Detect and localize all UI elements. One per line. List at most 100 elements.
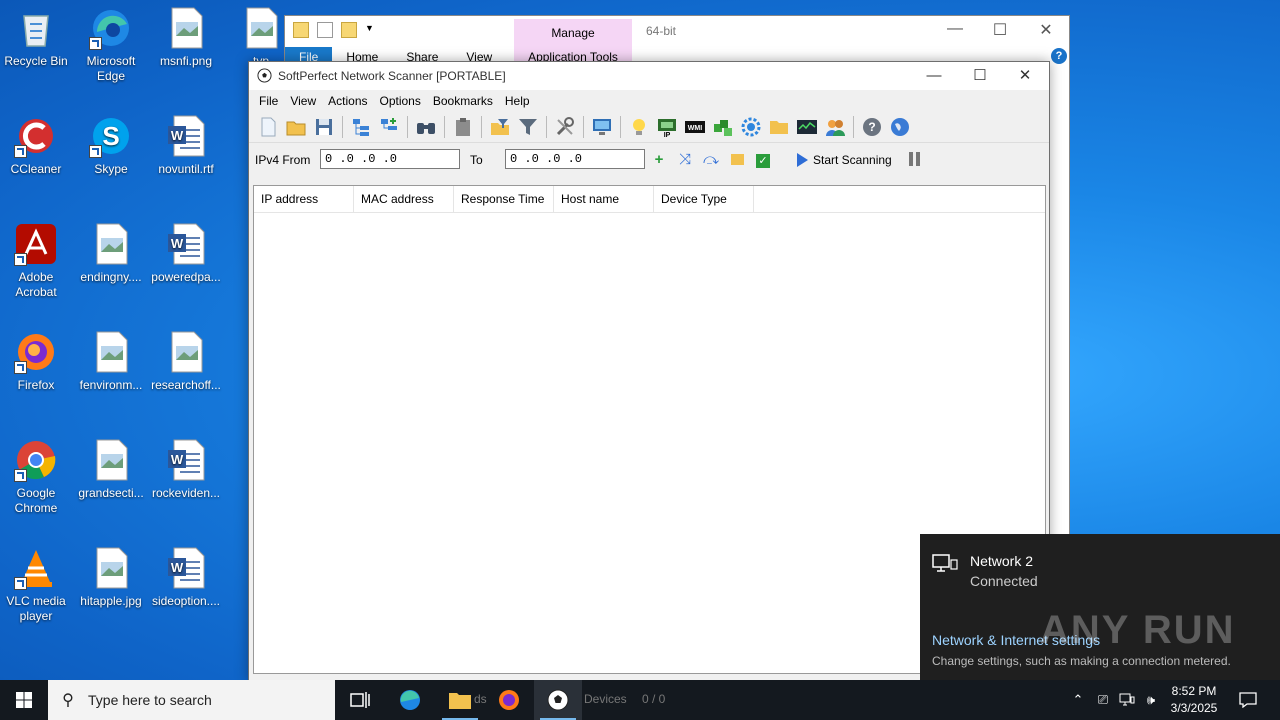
action-center-icon[interactable] — [1236, 680, 1260, 720]
open-folder-icon[interactable] — [283, 114, 309, 140]
pause-icon[interactable] — [909, 152, 921, 166]
desktop-icon-label: poweredpa... — [151, 270, 221, 284]
menu-help[interactable]: Help — [499, 90, 536, 112]
folder-icon[interactable] — [728, 151, 746, 169]
desktop-icon-fenvironm[interactable]: fenvironm... — [75, 324, 147, 393]
image-file-icon — [239, 6, 283, 50]
anyrun-watermark: ANY RUN — [1040, 608, 1236, 652]
clock[interactable]: 8:52 PM 3/3/2025 — [1158, 683, 1230, 717]
collapse-all-icon[interactable] — [376, 114, 402, 140]
desktop-icon-hitapple[interactable]: hitapple.jpg — [75, 540, 147, 609]
column-mac-address[interactable]: MAC address — [354, 186, 454, 212]
expand-all-icon[interactable] — [348, 114, 374, 140]
maximize-button[interactable]: ☐ — [977, 20, 1023, 40]
menu-view[interactable]: View — [284, 90, 322, 112]
desktop-icon-rockeviden[interactable]: W rockeviden... — [150, 432, 222, 501]
taskbar-firefox[interactable] — [485, 680, 533, 720]
ip-card-icon[interactable]: IP — [654, 114, 680, 140]
edge-icon — [400, 690, 420, 710]
desktop-icon-recycle-bin[interactable]: Recycle Bin — [0, 0, 72, 69]
play-icon — [797, 153, 808, 167]
start-scanning-button[interactable]: Start Scanning — [797, 147, 892, 173]
help-icon[interactable]: ? — [1051, 48, 1067, 64]
gear-icon[interactable] — [738, 114, 764, 140]
desktop-icon-vlc[interactable]: VLC media player — [0, 540, 72, 624]
desktop-icon-adobe-acrobat[interactable]: Adobe Acrobat — [0, 216, 72, 300]
menu-options[interactable]: Options — [374, 90, 427, 112]
column-device-type[interactable]: Device Type — [654, 186, 754, 212]
ipv4-from-input[interactable] — [320, 149, 460, 169]
checkmark-icon[interactable]: ✓ — [754, 151, 772, 169]
taskbar-network-scanner[interactable] — [534, 680, 582, 720]
ipv4-to-input[interactable] — [505, 149, 645, 169]
web-globe-icon[interactable] — [887, 114, 913, 140]
close-button[interactable]: ✕ — [1023, 20, 1069, 40]
network-icon[interactable] — [1115, 680, 1139, 720]
close-button[interactable]: ✕ — [1002, 62, 1048, 90]
desktop-icon-endingny[interactable]: endingny.... — [75, 216, 147, 285]
column-host-name[interactable]: Host name — [554, 186, 654, 212]
image-file-icon — [89, 330, 133, 374]
chevron-up-icon[interactable]: ⌃ — [1066, 680, 1090, 720]
clock-time: 8:52 PM — [1171, 684, 1217, 698]
desktop-icon-msnfi[interactable]: msnfi.png — [150, 0, 222, 69]
desktop-icon-label: Microsoft Edge — [86, 54, 136, 83]
desktop-icon-microsoft-edge[interactable]: Microsoft Edge — [75, 0, 147, 84]
add-range-icon[interactable]: + — [650, 151, 668, 169]
tools-icon[interactable] — [552, 114, 578, 140]
shuffle-icon[interactable]: ⤨ — [676, 151, 694, 169]
desktop-icon-novuntil[interactable]: W novuntil.rtf — [150, 108, 222, 177]
clipboard-icon[interactable] — [450, 114, 476, 140]
column-ip-address[interactable]: IP address — [254, 186, 354, 212]
properties-icon[interactable] — [317, 22, 333, 38]
taskbar-edge[interactable] — [386, 680, 434, 720]
binoculars-icon[interactable] — [413, 114, 439, 140]
filter-folder-icon[interactable] — [487, 114, 513, 140]
column-response-time[interactable]: Response Time — [454, 186, 554, 212]
start-button[interactable] — [0, 680, 48, 720]
shared-folder-icon[interactable] — [766, 114, 792, 140]
desktop-icon-label: rockeviden... — [151, 486, 221, 500]
minimize-button[interactable]: — — [932, 20, 978, 38]
desktop-icon-researchoff[interactable]: researchoff... — [150, 324, 222, 393]
image-file-icon — [164, 6, 208, 50]
monitor-graph-icon[interactable] — [794, 114, 820, 140]
save-icon[interactable] — [311, 114, 337, 140]
menu-actions[interactable]: Actions — [322, 90, 373, 112]
registry-icon[interactable] — [710, 114, 736, 140]
tab-manage[interactable]: Manage — [514, 19, 632, 47]
desktop-icon-label: CCleaner — [10, 162, 62, 176]
title-bar[interactable]: SoftPerfect Network Scanner [PORTABLE] —… — [249, 62, 1049, 90]
network-status: Connected — [970, 573, 1038, 589]
taskbar-search[interactable]: ⚲ Type here to search — [48, 680, 335, 720]
remote-desktop-icon[interactable] — [589, 114, 615, 140]
wmi-icon[interactable]: WMI — [682, 114, 708, 140]
desktop-icon-poweredpa[interactable]: W poweredpa... — [150, 216, 222, 285]
folder-icon[interactable] — [293, 22, 309, 38]
redo-arrow-icon[interactable]: ⤼ — [702, 151, 720, 169]
desktop-icon-sideoption[interactable]: W sideoption.... — [150, 540, 222, 609]
task-view-button[interactable] — [336, 680, 384, 720]
desktop-icon-firefox[interactable]: Firefox — [0, 324, 72, 393]
users-icon[interactable] — [822, 114, 848, 140]
chevron-down-icon[interactable]: ▼ — [365, 23, 374, 37]
new-folder-icon[interactable] — [341, 22, 357, 38]
desktop-icon-label: researchoff... — [151, 378, 221, 392]
vlc-icon — [14, 546, 58, 590]
help-icon[interactable]: ? — [859, 114, 885, 140]
desktop-icon-skype[interactable]: S Skype — [75, 108, 147, 177]
desktop-icon-google-chrome[interactable]: Google Chrome — [0, 432, 72, 516]
lightbulb-icon[interactable] — [626, 114, 652, 140]
usb-device-icon[interactable]: ⎚ — [1091, 680, 1115, 720]
maximize-button[interactable]: ☐ — [957, 62, 1003, 90]
network-entry[interactable]: Network 2 Connected — [932, 546, 1272, 592]
desktop-icon-ccleaner[interactable]: CCleaner — [0, 108, 72, 177]
shortcut-arrow-icon — [14, 253, 27, 266]
desktop-icon-grandsecti[interactable]: grandsecti... — [75, 432, 147, 501]
new-file-icon[interactable] — [255, 114, 281, 140]
menu-bookmarks[interactable]: Bookmarks — [427, 90, 499, 112]
minimize-button[interactable]: — — [911, 62, 957, 90]
menu-file[interactable]: File — [253, 90, 284, 112]
filter-icon[interactable] — [515, 114, 541, 140]
ghost-devices-count: 0 / 0 — [642, 692, 666, 706]
